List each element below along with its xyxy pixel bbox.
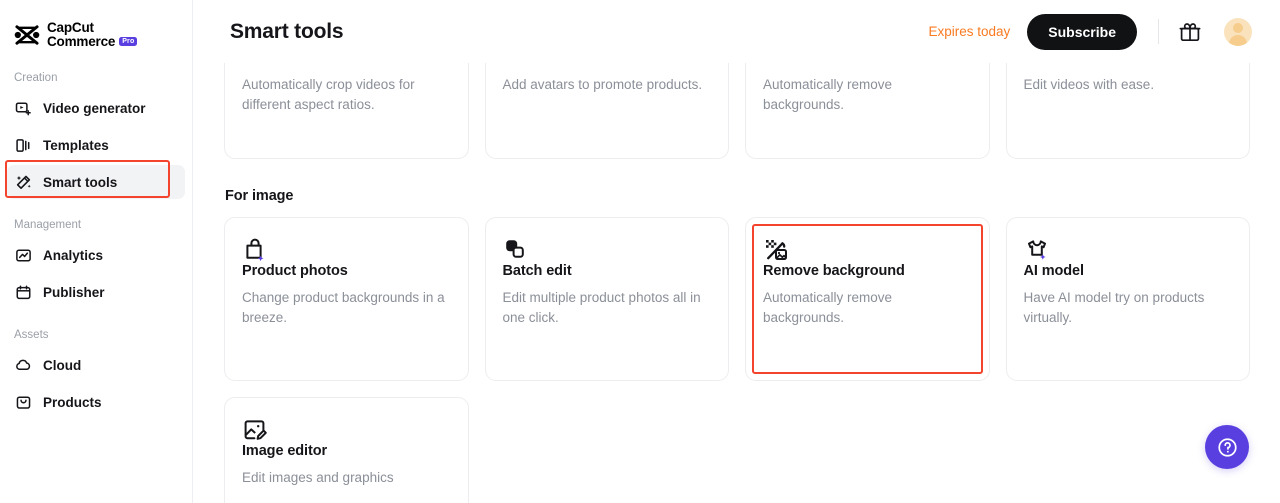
- capcut-logo-icon: [14, 24, 40, 46]
- sidebar-section-label-assets: Assets: [0, 329, 192, 341]
- publisher-icon: [15, 284, 32, 301]
- tool-card-desc: Edit multiple product photos all in one …: [503, 288, 710, 329]
- shopping-bag-sparkle-icon: [242, 237, 449, 263]
- tool-card-product-photos[interactable]: Product photos Change product background…: [224, 217, 469, 381]
- expires-label: Expires today: [929, 24, 1011, 39]
- tool-card-title: Image editor: [242, 443, 449, 459]
- subscribe-button[interactable]: Subscribe: [1027, 14, 1137, 50]
- sidebar-item-smart-tools[interactable]: Smart tools: [7, 165, 185, 199]
- sidebar-item-templates[interactable]: Templates: [7, 128, 185, 162]
- app-root: CapCut Commerce Pro Creation Video gener…: [0, 0, 1280, 503]
- main-content: Smart tools Expires today Subscribe: [193, 0, 1280, 503]
- tools-row-for-video: Automatically crop videos for different …: [224, 63, 1250, 159]
- brand-line-1: CapCut: [47, 21, 137, 35]
- brand-logo[interactable]: CapCut Commerce Pro: [0, 0, 192, 52]
- sidebar-item-label: Templates: [43, 138, 109, 153]
- tool-card-title: Remove background: [763, 263, 970, 279]
- tool-card[interactable]: Automatically remove backgrounds.: [745, 63, 990, 159]
- section-title-for-image: For image: [225, 188, 1250, 204]
- sidebar-item-video-generator[interactable]: Video generator: [7, 91, 185, 125]
- sidebar-section-label-management: Management: [0, 219, 192, 231]
- tool-card-desc: Automatically crop videos for different …: [242, 63, 449, 116]
- tool-card-remove-background[interactable]: Remove background Automatically remove b…: [745, 217, 990, 381]
- sidebar-item-label: Publisher: [43, 285, 105, 300]
- tool-card-desc: Edit videos with ease.: [1024, 63, 1231, 95]
- sidebar-item-label: Smart tools: [43, 175, 117, 190]
- help-button[interactable]: [1205, 425, 1249, 469]
- templates-icon: [15, 137, 32, 154]
- analytics-icon: [15, 247, 32, 264]
- tool-card-desc: Change product backgrounds in a breeze.: [242, 288, 449, 329]
- user-avatar-icon[interactable]: [1224, 18, 1252, 46]
- tool-card-desc: Have AI model try on products virtually.: [1024, 288, 1231, 329]
- video-generator-icon: [15, 100, 32, 117]
- sidebar-item-publisher[interactable]: Publisher: [7, 275, 185, 309]
- tool-card-desc: Automatically remove backgrounds.: [763, 288, 970, 329]
- products-icon: [15, 394, 32, 411]
- top-header: Smart tools Expires today Subscribe: [193, 0, 1280, 63]
- scroll-content: Automatically crop videos for different …: [193, 63, 1280, 503]
- tool-card-title: AI model: [1024, 263, 1231, 279]
- brand-line-2: Commerce: [47, 35, 115, 49]
- image-editor-icon: [242, 417, 449, 443]
- pro-badge: Pro: [119, 37, 137, 47]
- sidebar-nav-assets: Cloud Products: [0, 348, 192, 419]
- gift-icon[interactable]: [1178, 20, 1202, 44]
- tool-card-batch-edit[interactable]: Batch edit Edit multiple product photos …: [485, 217, 730, 381]
- sidebar-item-label: Products: [43, 395, 102, 410]
- sidebar-nav-management: Analytics Publisher: [0, 238, 192, 309]
- tool-card-title: Batch edit: [503, 263, 710, 279]
- tool-card[interactable]: Add avatars to promote products.: [485, 63, 730, 159]
- tshirt-sparkle-icon: [1024, 237, 1231, 263]
- tool-card[interactable]: Automatically crop videos for different …: [224, 63, 469, 159]
- header-actions: Expires today Subscribe: [929, 14, 1253, 50]
- remove-background-icon: [763, 237, 970, 263]
- tool-card-ai-model[interactable]: AI model Have AI model try on products v…: [1006, 217, 1251, 381]
- tools-row-image-editor: Image editor Edit images and graphics: [224, 397, 1250, 503]
- tool-card[interactable]: Edit videos with ease.: [1006, 63, 1251, 159]
- tool-card-desc: Automatically remove backgrounds.: [763, 63, 970, 116]
- header-divider: [1158, 19, 1159, 44]
- tool-card-title: Product photos: [242, 263, 449, 279]
- sidebar-nav-creation: Video generator Templates: [0, 91, 192, 199]
- sidebar: CapCut Commerce Pro Creation Video gener…: [0, 0, 193, 503]
- sidebar-item-label: Video generator: [43, 101, 146, 116]
- tools-row-for-image: Product photos Change product background…: [224, 217, 1250, 381]
- batch-edit-icon: [503, 237, 710, 263]
- sidebar-section-label-creation: Creation: [0, 72, 192, 84]
- sidebar-item-label: Analytics: [43, 248, 103, 263]
- sidebar-item-label: Cloud: [43, 358, 81, 373]
- page-title: Smart tools: [230, 20, 343, 44]
- tool-card-image-editor[interactable]: Image editor Edit images and graphics: [224, 397, 469, 503]
- help-question-icon: [1216, 436, 1239, 459]
- tool-card-desc: Edit images and graphics: [242, 468, 449, 488]
- cloud-icon: [15, 357, 32, 374]
- sidebar-item-cloud[interactable]: Cloud: [7, 348, 185, 382]
- tool-card-desc: Add avatars to promote products.: [503, 63, 710, 95]
- sidebar-item-products[interactable]: Products: [7, 385, 185, 419]
- sidebar-item-analytics[interactable]: Analytics: [7, 238, 185, 272]
- smart-tools-icon: [15, 174, 32, 191]
